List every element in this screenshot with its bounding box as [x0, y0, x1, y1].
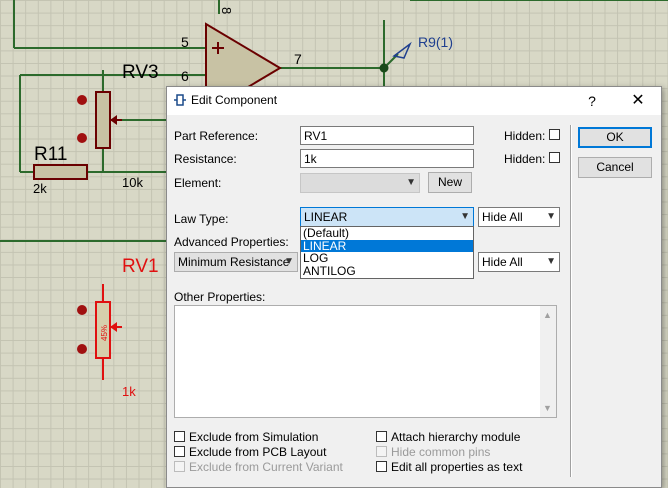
attach-hierarchy-checkbox[interactable]: [376, 431, 387, 442]
exclude-pcb-label: Exclude from PCB Layout: [189, 445, 327, 459]
law-type-select[interactable]: LINEAR ▼: [300, 207, 474, 227]
hidden-checkbox-resistance[interactable]: [549, 152, 560, 163]
rv1-percent: 45%: [100, 325, 109, 341]
scrollbar[interactable]: ▲ ▼: [540, 306, 556, 417]
rv3-value: 10k: [122, 175, 143, 190]
exclude-pcb-checkbox[interactable]: [174, 446, 185, 457]
pin-number: 5: [181, 34, 189, 50]
help-button[interactable]: ?: [577, 90, 607, 112]
law-type-dropdown-list[interactable]: (Default) LINEAR LOG ANTILOG: [300, 226, 474, 279]
r11-label: R11: [34, 144, 67, 165]
chevron-down-icon: ▼: [284, 256, 294, 267]
new-button[interactable]: New: [428, 172, 472, 193]
other-properties-textarea[interactable]: ▲ ▼: [174, 305, 557, 418]
resistance-input[interactable]: [300, 149, 474, 168]
exclude-variant-label: Exclude from Current Variant: [189, 460, 343, 474]
vertical-separator: [570, 125, 572, 477]
pin-dot: [77, 305, 87, 315]
chevron-down-icon: ▼: [460, 211, 470, 222]
advanced-properties-label: Advanced Properties:: [174, 235, 289, 249]
title-bar[interactable]: Edit Component ? ✕: [167, 87, 661, 115]
wiper-arrow-icon: [110, 115, 117, 125]
exclude-simulation-label: Exclude from Simulation: [189, 430, 319, 444]
hide-common-pins-checkbox[interactable]: [376, 446, 387, 457]
exclude-variant-checkbox[interactable]: [174, 461, 185, 472]
hidden-label: Hidden:: [504, 129, 546, 143]
advanced-property-select[interactable]: Minimum Resistance ▼: [174, 252, 298, 272]
chevron-down-icon: ▼: [546, 211, 556, 222]
r9-label: R9(1): [418, 34, 453, 50]
wiper-arrow-icon: [110, 322, 117, 332]
element-select[interactable]: ▼: [300, 173, 420, 193]
edit-component-dialog: Edit Component ? ✕ Part Reference: Hidde…: [166, 86, 662, 488]
rv3-potentiometer[interactable]: [95, 91, 111, 149]
hidden-label: Hidden:: [504, 152, 546, 166]
chevron-down-icon: ▼: [406, 177, 416, 188]
pin-dot: [77, 95, 87, 105]
other-properties-label: Other Properties:: [174, 290, 266, 304]
attach-hierarchy-label: Attach hierarchy module: [391, 430, 521, 444]
probe-icon: [392, 41, 412, 59]
rv1-value: 1k: [122, 384, 136, 399]
pin-dot: [77, 133, 87, 143]
hide-common-pins-label: Hide common pins: [391, 445, 491, 459]
hidden-checkbox-part-ref[interactable]: [549, 129, 560, 140]
pin-number: 7: [294, 51, 302, 67]
advanced-visibility-select[interactable]: Hide All ▼: [478, 252, 560, 272]
r11-value: 2k: [33, 181, 47, 196]
component-icon: [174, 94, 186, 106]
close-button[interactable]: ✕: [623, 90, 653, 112]
law-type-option[interactable]: LOG: [301, 252, 473, 265]
scroll-down-icon[interactable]: ▼: [543, 403, 552, 413]
chevron-down-icon: ▼: [546, 256, 556, 267]
rv1-label: RV1: [122, 256, 159, 277]
edit-all-text-label: Edit all properties as text: [391, 460, 523, 474]
law-type-option[interactable]: ANTILOG: [301, 264, 473, 278]
resistance-label: Resistance:: [174, 152, 237, 166]
scroll-up-icon[interactable]: ▲: [543, 310, 552, 320]
junction-dot: [379, 63, 389, 73]
rv3-label: RV3: [122, 62, 159, 83]
cancel-button[interactable]: Cancel: [578, 157, 652, 178]
pin-dot: [77, 344, 87, 354]
part-reference-input[interactable]: [300, 126, 474, 145]
part-reference-label: Part Reference:: [174, 129, 259, 143]
exclude-simulation-checkbox[interactable]: [174, 431, 185, 442]
law-type-label: Law Type:: [174, 212, 229, 226]
dialog-title: Edit Component: [191, 93, 278, 107]
element-label: Element:: [174, 176, 222, 190]
ok-button[interactable]: OK: [578, 127, 652, 148]
pin-number: 8: [219, 7, 234, 14]
law-type-option[interactable]: (Default): [301, 227, 473, 240]
pin-number: 6: [181, 68, 189, 84]
law-type-visibility-select[interactable]: Hide All ▼: [478, 207, 560, 227]
r11-resistor[interactable]: [33, 164, 88, 180]
edit-all-text-checkbox[interactable]: [376, 461, 387, 472]
